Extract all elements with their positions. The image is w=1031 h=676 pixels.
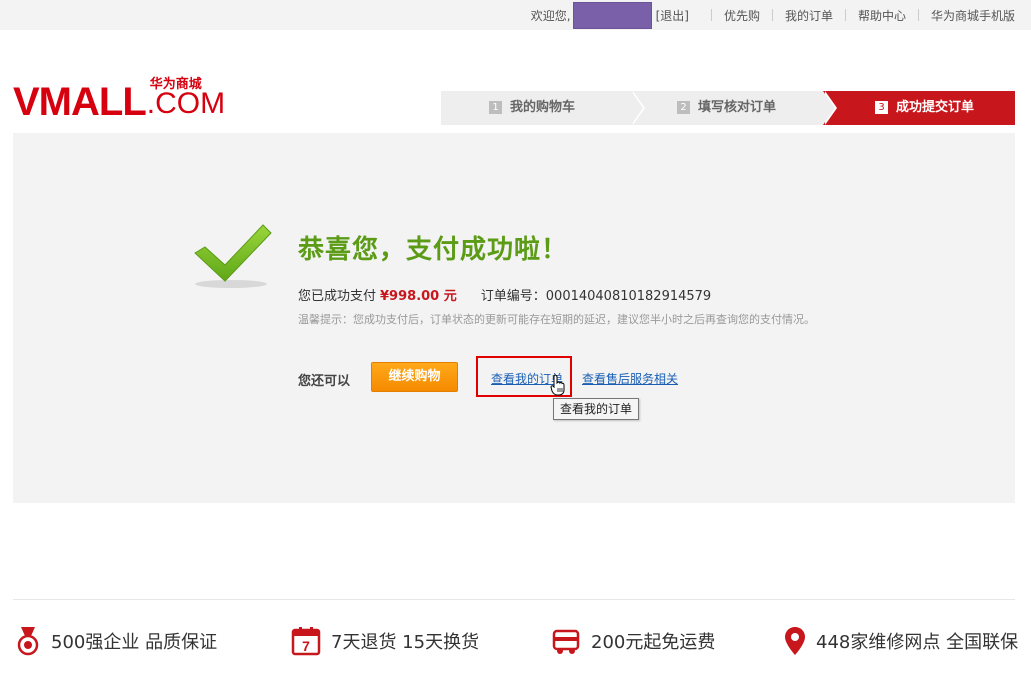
svg-text:7: 7	[302, 638, 310, 654]
logo-suffix: 华为商城 .COM	[147, 76, 225, 119]
divider	[917, 9, 919, 21]
help-center-link[interactable]: 帮助中心	[858, 7, 906, 24]
payment-info: 您已成功支付 ¥998.00 元 订单编号：00014040810182914579	[298, 285, 711, 304]
logo-main: VMALL	[13, 80, 147, 124]
tip-text: 温馨提示：您成功支付后，订单状态的更新可能存在短期的延迟，建议您半小时之后再查询…	[298, 313, 815, 326]
welcome-text: 欢迎您,	[530, 8, 571, 23]
location-pin-icon	[785, 627, 805, 655]
step-confirm-order: 2 填写核对订单	[631, 91, 837, 125]
order-label: 订单编号：	[480, 289, 546, 304]
feature-quality: 500强企业 品质保证	[15, 624, 217, 658]
feature-returns: 7 7天退货 15天换货	[291, 624, 479, 658]
feature-text: 200元起免运费	[591, 632, 716, 653]
divider	[771, 9, 773, 21]
step-number: 2	[677, 101, 690, 114]
truck-icon	[552, 629, 580, 654]
feature-text: 448家维修网点 全国联保	[816, 632, 1019, 653]
footer-divider	[13, 599, 1015, 600]
feature-text: 500强企业 品质保证	[51, 632, 218, 653]
feature-repair-network: 448家维修网点 全国联保	[784, 624, 1018, 658]
my-orders-top-link[interactable]: 我的订单	[785, 7, 833, 24]
header: VMALL 华为商城 .COM 1 我的购物车 2 填写核对订单 3 成功提交订单	[0, 30, 1031, 135]
paid-prefix: 您已成功支付	[298, 289, 377, 304]
divider	[844, 9, 846, 21]
order-number: 00014040810182914579	[545, 289, 712, 304]
step-number: 1	[489, 101, 502, 114]
priority-buy-link[interactable]: 优先购	[724, 7, 760, 24]
step-cart: 1 我的购物车	[441, 91, 645, 125]
step-submitted: 3 成功提交订单	[823, 91, 1015, 125]
step-number: 3	[875, 101, 888, 114]
calendar-7-icon: 7	[291, 627, 321, 656]
checkout-steps: 1 我的购物车 2 填写核对订单 3 成功提交订单	[441, 91, 1015, 125]
continue-shopping-button[interactable]: 继续购物	[371, 362, 458, 392]
step-label: 成功提交订单	[896, 100, 975, 115]
payment-success-panel: 恭喜您，支付成功啦！ 您已成功支付 ¥998.00 元 订单编号：000140408…	[13, 133, 1015, 503]
paid-amount: ¥998.00 元	[380, 289, 457, 304]
success-title: 恭喜您，支付成功啦！	[298, 235, 569, 265]
tooltip: 查看我的订单	[553, 398, 640, 420]
checkmark-icon	[194, 224, 272, 288]
hand-cursor-icon	[550, 374, 565, 396]
vmall-logo[interactable]: VMALL 华为商城 .COM	[13, 76, 225, 124]
medal-icon	[17, 627, 39, 656]
after-sales-service-link[interactable]: 查看售后服务相关	[582, 370, 678, 387]
logo-cn: 华为商城	[149, 76, 202, 91]
step-label: 填写核对订单	[698, 100, 777, 115]
service-features: 500强企业 品质保证 7 7天退货 15天换货 200元起免运费 448家维修…	[13, 624, 1018, 658]
logout-link[interactable]: [退出]	[656, 7, 689, 24]
step-label: 我的购物车	[510, 100, 576, 115]
divider	[710, 9, 712, 21]
actions-label: 您还可以	[298, 374, 351, 389]
username-redacted	[572, 1, 652, 29]
feature-free-shipping: 200元起免运费	[551, 624, 715, 658]
top-bar: 欢迎您, [退出] 优先购 我的订单 帮助中心 华为商城手机版	[0, 0, 1031, 30]
feature-text: 7天退货 15天换货	[331, 632, 480, 653]
mobile-site-link[interactable]: 华为商城手机版	[931, 7, 1015, 24]
